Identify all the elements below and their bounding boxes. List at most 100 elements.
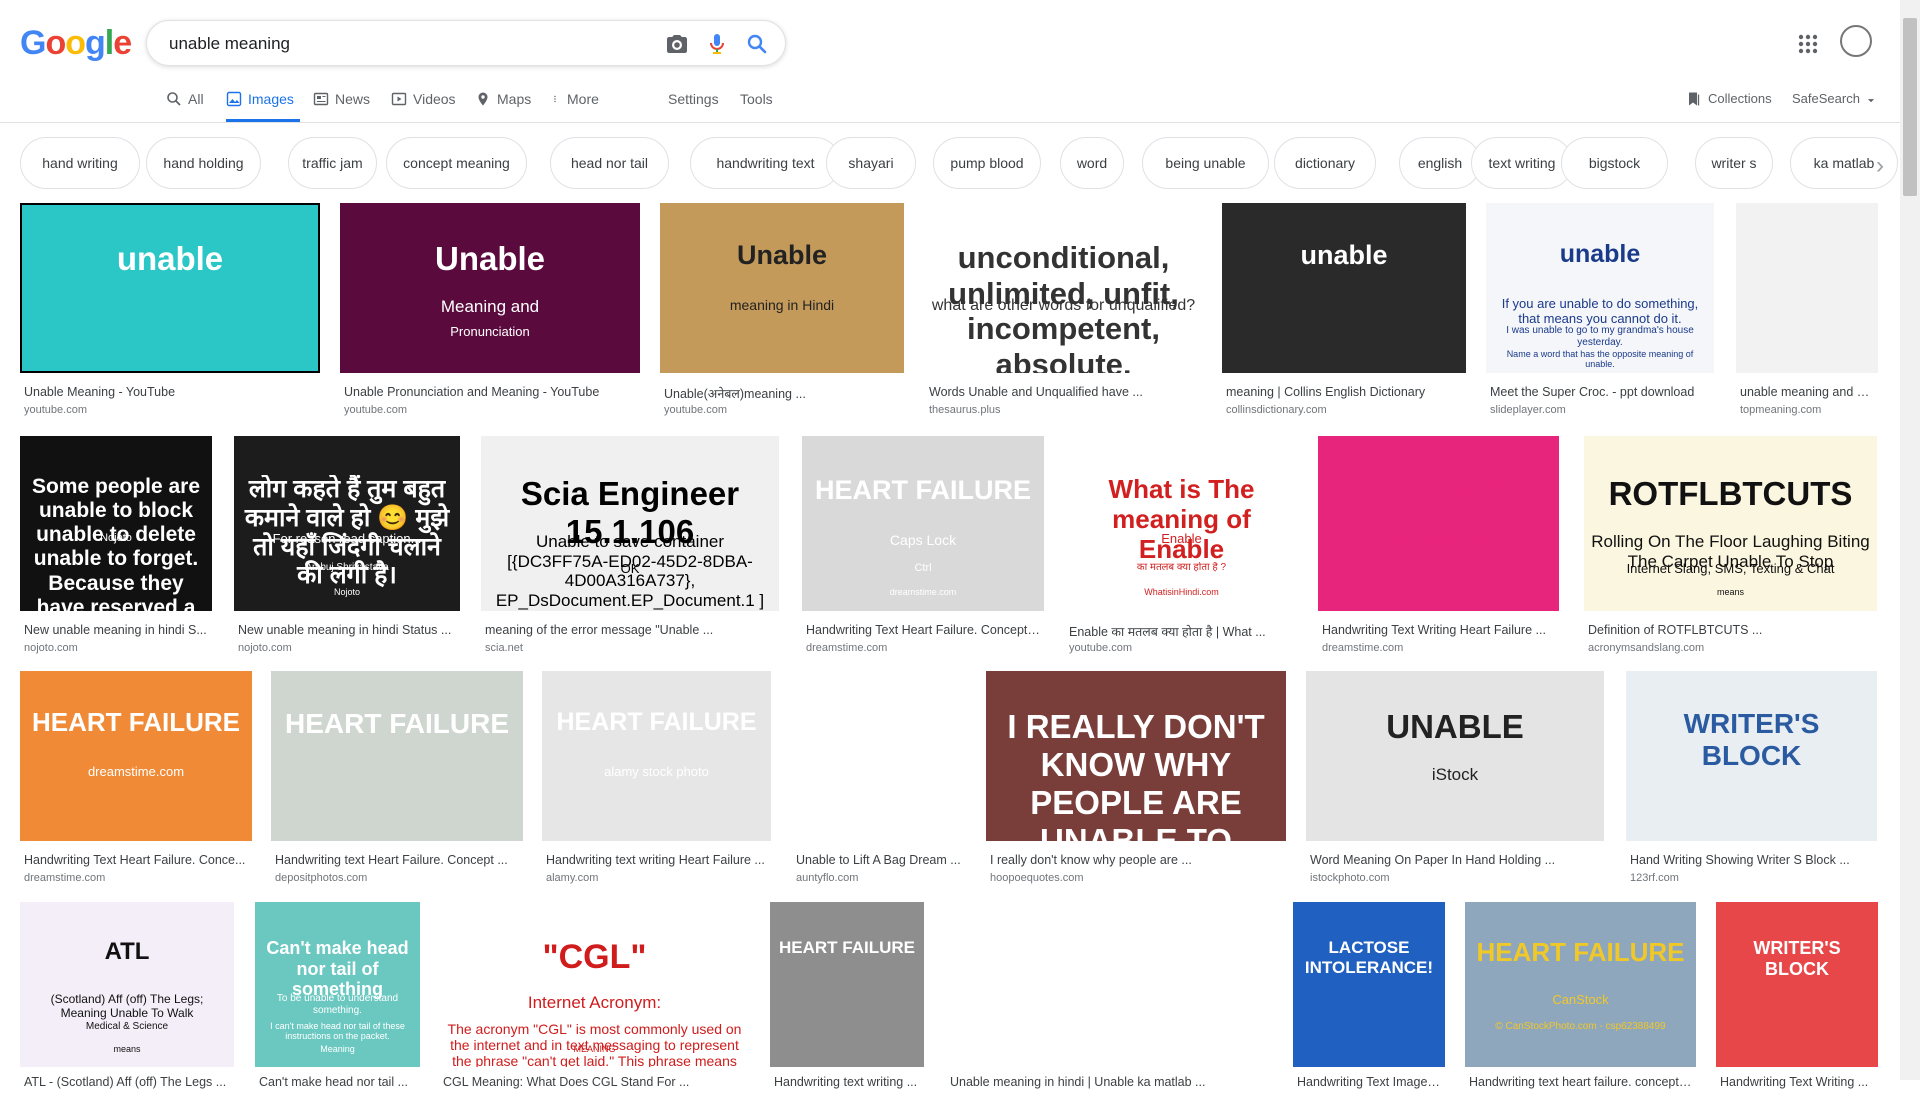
image-caption[interactable]: meaning of the error message "Unable ... — [485, 623, 775, 637]
camera-icon[interactable] — [665, 32, 689, 56]
image-result[interactable]: HEART FAILURE Handwriting text writing ..… — [770, 902, 924, 1117]
image-caption[interactable]: Handwriting Text Writing Heart Failure .… — [1322, 623, 1555, 637]
image-caption[interactable]: Enable का मतलब क्या होता है | What ... — [1069, 623, 1294, 640]
related-search-chip[interactable]: word — [1060, 137, 1124, 189]
image-result[interactable]: लोग कहते हैं तुम बहुत कमाने वाले हो 😊 मु… — [234, 436, 460, 661]
image-result[interactable]: HEART FAILURE CanStock © CanStockPhoto.com… — [1465, 902, 1696, 1117]
image-thumbnail[interactable]: HEART FAILURE CanStock © CanStockPhoto.com… — [1465, 902, 1696, 1067]
image-result[interactable]: Unable Meaning and Pronunciation Unable Pro… — [340, 203, 640, 423]
related-search-chip[interactable]: pump blood — [933, 137, 1041, 189]
image-caption[interactable]: I really don't know why people are ... — [990, 853, 1282, 867]
image-result[interactable]: HEART FAILURE dreamstime.com Handwriting T… — [1318, 436, 1559, 661]
image-caption[interactable]: meaning | Collins English Dictionary — [1226, 385, 1462, 399]
image-caption[interactable]: Handwriting Text Heart Failure. Concept … — [806, 623, 1040, 637]
tab-more[interactable]: More — [553, 88, 599, 122]
image-caption[interactable]: Handwriting text writing Heart Failure .… — [546, 853, 767, 867]
image-thumbnail[interactable] — [946, 902, 1272, 1067]
image-thumbnail[interactable] — [792, 671, 967, 841]
image-thumbnail[interactable]: Unable meaning in Hindi — [660, 203, 904, 373]
image-thumbnail[interactable] — [1736, 203, 1878, 373]
image-thumbnail[interactable]: WRITER'S BLOCK — [1716, 902, 1878, 1067]
apps-grid-icon[interactable] — [1796, 32, 1820, 56]
related-search-chip[interactable]: dictionary — [1274, 137, 1376, 189]
image-result[interactable]: ROTFLBTCUTS Rolling On The Floor Laughing… — [1584, 436, 1877, 661]
image-result[interactable]: HEART FAILURE Handwriting text Heart Fail… — [271, 671, 523, 891]
image-caption[interactable]: Words Unable and Unqualified have ... — [929, 385, 1198, 399]
related-search-chip[interactable]: hand writing — [20, 137, 140, 189]
image-result[interactable]: Can't make head nor tail of something To … — [255, 902, 420, 1117]
image-thumbnail[interactable]: HEART FAILURE Caps Lock Ctrl dreamstime.com — [802, 436, 1044, 611]
image-thumbnail[interactable]: unable — [1222, 203, 1466, 373]
image-result[interactable]: unable meaning and d... topmeaning.com — [1736, 203, 1878, 423]
image-thumbnail[interactable]: HEART FAILURE dreamstime.com — [20, 671, 252, 841]
related-search-chip[interactable]: bigstock — [1561, 137, 1668, 189]
image-caption[interactable]: Handwriting Text Writing ... — [1720, 1075, 1874, 1089]
image-thumbnail[interactable]: unconditional, unlimited, unfit, incompe… — [925, 203, 1202, 373]
image-thumbnail[interactable]: LACTOSE INTOLERANCE! — [1293, 902, 1445, 1067]
related-search-chip[interactable]: text writing — [1471, 137, 1573, 189]
image-thumbnail[interactable]: Scia Engineer 15.1.106 Unable to save con… — [481, 436, 779, 611]
image-thumbnail[interactable]: HEART FAILURE dreamstime.com — [1318, 436, 1559, 611]
image-result[interactable]: WRITER'S BLOCK Hand Writing Showing Write… — [1626, 671, 1877, 891]
image-caption[interactable]: Handwriting text heart failure. concept … — [1469, 1075, 1692, 1089]
image-result[interactable]: Unable to Lift A Bag Dream ... auntyflo.c… — [792, 671, 967, 891]
image-caption[interactable]: Meet the Super Croc. - ppt download — [1490, 385, 1710, 399]
image-caption[interactable]: Handwriting text writing ... — [774, 1075, 920, 1089]
account-avatar[interactable] — [1840, 25, 1872, 57]
image-thumbnail[interactable]: ROTFLBTCUTS Rolling On The Floor Laughing… — [1584, 436, 1877, 611]
image-result[interactable]: LACTOSE INTOLERANCE! Handwriting Text Ima… — [1293, 902, 1445, 1117]
image-thumbnail[interactable]: WRITER'S BLOCK — [1626, 671, 1877, 841]
search-icon[interactable] — [745, 32, 769, 56]
image-caption[interactable]: ATL - (Scotland) Aff (off) The Legs ... — [24, 1075, 230, 1089]
image-caption[interactable]: Word Meaning On Paper In Hand Holding ..… — [1310, 853, 1600, 867]
image-caption[interactable]: Handwriting text Heart Failure. Concept … — [275, 853, 519, 867]
tools-link[interactable]: Tools — [740, 88, 773, 122]
image-thumbnail[interactable]: unable If you are unable to do something,… — [1486, 203, 1714, 373]
image-result[interactable]: Unable meaning in Hindi Unable(अनेबल)meani… — [660, 203, 904, 423]
image-caption[interactable]: Unable meaning in hindi | Unable ka matl… — [950, 1075, 1268, 1089]
chevron-right-icon[interactable]: › — [1876, 152, 1884, 180]
image-caption[interactable]: Can't make head nor tail ... — [259, 1075, 416, 1089]
image-caption[interactable]: New unable meaning in hindi Status ... — [238, 623, 456, 637]
image-thumbnail[interactable]: लोग कहते हैं तुम बहुत कमाने वाले हो 😊 मु… — [234, 436, 460, 611]
search-input[interactable] — [167, 31, 651, 57]
related-search-chip[interactable]: concept meaning — [386, 137, 527, 189]
image-caption[interactable]: Unable Pronunciation and Meaning - YouTu… — [344, 385, 636, 399]
image-result[interactable]: Some people are unable to block unable t… — [20, 436, 212, 661]
image-result[interactable]: I REALLY DON'T KNOW WHY PEOPLE ARE UNABL… — [986, 671, 1286, 891]
image-result[interactable]: Unable meaning in hindi | Unable ka matl… — [946, 902, 1272, 1117]
scrollbar-thumb[interactable] — [1903, 18, 1917, 196]
google-logo[interactable]: Google — [20, 24, 132, 63]
related-search-chip[interactable]: head nor tail — [550, 137, 669, 189]
image-result[interactable]: unconditional, unlimited, unfit, incompe… — [925, 203, 1202, 423]
image-caption[interactable]: CGL Meaning: What Does CGL Stand For ... — [443, 1075, 746, 1089]
image-thumbnail[interactable]: unable — [20, 203, 320, 373]
image-result[interactable]: "CGL" Internet Acronym: The acronym "CGL" … — [439, 902, 750, 1117]
related-search-chip[interactable]: shayari — [826, 137, 916, 189]
safesearch-dropdown[interactable]: SafeSearch — [1792, 88, 1876, 122]
related-search-chip[interactable]: being unable — [1142, 137, 1269, 189]
image-thumbnail[interactable]: Can't make head nor tail of something To … — [255, 902, 420, 1067]
image-caption[interactable]: New unable meaning in hindi S... — [24, 623, 208, 637]
collections-link[interactable]: Collections — [1686, 88, 1772, 122]
settings-link[interactable]: Settings — [668, 88, 719, 122]
related-search-chip[interactable]: english — [1399, 137, 1481, 189]
image-thumbnail[interactable]: Unable Meaning and Pronunciation — [340, 203, 640, 373]
tab-all[interactable]: All — [166, 88, 204, 122]
image-result[interactable]: unable Unable Meaning - YouTube youtube.co… — [20, 203, 320, 423]
image-thumbnail[interactable]: "CGL" Internet Acronym: The acronym "CGL" … — [439, 902, 750, 1067]
image-result[interactable]: HEART FAILURE Caps Lock Ctrl dreamstime.com… — [802, 436, 1044, 661]
image-result[interactable]: WRITER'S BLOCK Handwriting Text Writing .… — [1716, 902, 1878, 1117]
tab-news[interactable]: News — [313, 88, 370, 122]
image-caption[interactable]: unable meaning and d... — [1740, 385, 1874, 399]
scrollbar[interactable] — [1900, 0, 1920, 1080]
microphone-icon[interactable] — [705, 32, 729, 56]
related-search-chip[interactable]: hand holding — [146, 137, 261, 189]
related-search-chip[interactable]: writer s — [1695, 137, 1773, 189]
image-caption[interactable]: Unable(अनेबल)meaning ... — [664, 385, 900, 402]
image-caption[interactable]: Definition of ROTFLBTCUTS ... — [1588, 623, 1873, 637]
image-caption[interactable]: Hand Writing Showing Writer S Block ... — [1630, 853, 1873, 867]
related-search-chip[interactable]: traffic jam — [288, 137, 377, 189]
image-result[interactable]: HEART FAILURE alamy stock photo Handwritin… — [542, 671, 771, 891]
image-caption[interactable]: Handwriting Text Image ... — [1297, 1075, 1441, 1089]
